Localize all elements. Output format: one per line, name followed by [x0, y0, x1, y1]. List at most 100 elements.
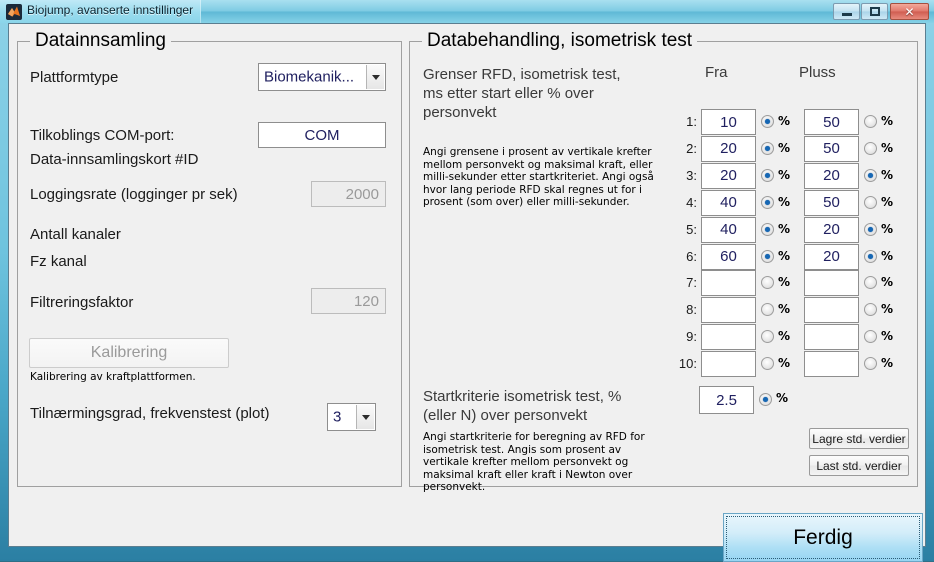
- minimize-icon: [834, 4, 859, 19]
- rfd-from-percent-radio[interactable]: [761, 141, 774, 155]
- rfd-row-number: 1:: [686, 114, 697, 129]
- platform-type-dropdown[interactable]: Biomekanik...: [258, 63, 386, 91]
- done-button-label: Ferdig: [793, 525, 853, 549]
- rfd-from-unit-label: %: [778, 167, 791, 182]
- rfd-from-input[interactable]: 20: [701, 162, 756, 189]
- label-channel-count: Antall kanaler: [30, 226, 121, 243]
- start-criterion-percent-radio[interactable]: [759, 393, 772, 406]
- rfd-from-percent-radio[interactable]: [761, 222, 774, 236]
- group-databehandling-title: Databehandling, isometrisk test: [422, 30, 698, 52]
- rfd-row-number: 2:: [686, 140, 697, 156]
- rfd-from-input[interactable]: 10: [701, 109, 756, 135]
- start-criterion-unit-label: %: [776, 391, 789, 405]
- rfd-from-unit-label: %: [778, 302, 791, 317]
- rfd-plus-unit-label: %: [881, 302, 894, 317]
- rfd-from-unit-label: %: [778, 221, 791, 236]
- maximize-icon: [862, 4, 887, 19]
- rfd-from-input[interactable]: 40: [701, 189, 756, 216]
- rfd-from-unit-label: %: [778, 329, 791, 344]
- label-filter-factor: Filtreringsfaktor: [30, 294, 134, 311]
- label-fz-channel: Fz kanal: [30, 253, 87, 270]
- application-window: Biojump, avanserte innstillinger ✕ Datai…: [0, 0, 934, 562]
- rfd-row-number: 3:: [686, 167, 697, 183]
- rfd-plus-input[interactable]: [804, 297, 859, 324]
- rfd-plus-unit-label: %: [881, 140, 894, 155]
- platform-type-value: Biomekanik...: [264, 68, 355, 86]
- logging-rate-input[interactable]: 2000: [311, 181, 386, 207]
- start-criterion-input[interactable]: 2.5: [699, 386, 754, 414]
- rfd-plus-percent-radio[interactable]: [864, 249, 877, 263]
- rfd-from-percent-radio[interactable]: [761, 195, 774, 209]
- rfd-row-number: 6:: [686, 248, 697, 264]
- rfd-plus-input[interactable]: [804, 351, 859, 378]
- label-card-id: Data-innsamlingskort #ID: [30, 151, 199, 168]
- close-button[interactable]: ✕: [890, 3, 929, 20]
- rfd-row-number: 8:: [686, 302, 697, 318]
- rfd-plus-unit-label: %: [881, 167, 894, 182]
- rfd-from-input[interactable]: [701, 351, 756, 378]
- rfd-plus-percent-radio[interactable]: [864, 168, 877, 182]
- group-datainnsamling-title: Datainnsamling: [30, 30, 171, 52]
- rfd-plus-input[interactable]: 20: [804, 216, 859, 243]
- rfd-help-text: Angi grensene i prosent av vertikale kre…: [423, 146, 654, 208]
- label-approximation-degree: Tilnærmingsgrad, frekvenstest (plot): [30, 405, 270, 422]
- rfd-from-percent-radio[interactable]: [761, 168, 774, 182]
- rfd-from-unit-label: %: [778, 248, 791, 263]
- rfd-plus-percent-radio[interactable]: [864, 115, 877, 128]
- rfd-row-number: 4:: [686, 194, 697, 210]
- rfd-row-number: 9:: [686, 329, 697, 345]
- rfd-from-input[interactable]: [701, 324, 756, 351]
- rfd-plus-unit-label: %: [881, 248, 894, 263]
- rfd-from-percent-radio[interactable]: [761, 115, 774, 128]
- rfd-plus-unit-label: %: [881, 275, 894, 290]
- calibrate-button[interactable]: Kalibrering: [29, 338, 229, 368]
- label-logging-rate: Loggingsrate (logginger pr sek): [30, 186, 238, 203]
- rfd-plus-input[interactable]: 20: [804, 162, 859, 189]
- rfd-plus-unit-label: %: [881, 329, 894, 344]
- rfd-plus-percent-radio[interactable]: [864, 222, 877, 236]
- rfd-from-percent-radio[interactable]: [761, 357, 774, 371]
- rfd-plus-unit-label: %: [881, 356, 894, 371]
- minimize-button[interactable]: [833, 3, 860, 20]
- save-defaults-button[interactable]: Lagre std. verdier: [809, 428, 909, 449]
- rfd-from-input[interactable]: 40: [701, 216, 756, 243]
- rfd-plus-input[interactable]: 50: [804, 109, 859, 135]
- calibrate-help-text: Kalibrering av kraftplattformen.: [30, 371, 196, 383]
- chevron-down-icon[interactable]: [366, 65, 384, 89]
- rfd-plus-unit-label: %: [881, 194, 894, 209]
- rfd-plus-percent-radio[interactable]: [864, 357, 877, 371]
- label-com-port: Tilkoblings COM-port:: [30, 127, 175, 144]
- rfd-row-number: 7:: [686, 275, 697, 291]
- done-button[interactable]: Ferdig: [723, 513, 923, 562]
- com-port-input[interactable]: COM: [258, 122, 386, 148]
- load-defaults-button[interactable]: Last std. verdier: [809, 455, 909, 476]
- window-title: Biojump, avanserte innstillinger: [27, 3, 194, 17]
- rfd-plus-input[interactable]: 20: [804, 243, 859, 270]
- rfd-row-number: 10:: [678, 356, 697, 372]
- rfd-from-input[interactable]: [701, 270, 756, 297]
- rfd-plus-input[interactable]: [804, 324, 859, 351]
- rfd-plus-input[interactable]: [804, 270, 859, 297]
- rfd-from-percent-radio[interactable]: [761, 249, 774, 263]
- rfd-plus-input[interactable]: 50: [804, 189, 859, 216]
- rfd-from-unit-label: %: [778, 275, 791, 290]
- rfd-plus-percent-radio[interactable]: [864, 141, 877, 155]
- rfd-plus-input[interactable]: 50: [804, 135, 859, 162]
- rfd-from-unit-label: %: [778, 194, 791, 209]
- rfd-from-input[interactable]: 20: [701, 135, 756, 162]
- start-criterion-help-text: Angi startkriterie for beregning av RFD …: [423, 431, 645, 493]
- rfd-heading: Grenser RFD, isometrisk test, ms etter s…: [423, 66, 621, 121]
- dialog-client-area: Datainnsamling Plattformtype Biomekanik.…: [8, 23, 926, 562]
- close-icon: ✕: [904, 4, 915, 19]
- maximize-button[interactable]: [861, 3, 888, 20]
- rfd-from-input[interactable]: 60: [701, 243, 756, 270]
- chevron-down-icon[interactable]: [356, 405, 374, 429]
- label-plattformtype: Plattformtype: [30, 69, 119, 86]
- rfd-plus-percent-radio[interactable]: [864, 195, 877, 209]
- approximation-degree-dropdown[interactable]: 3: [327, 403, 376, 431]
- filter-factor-input[interactable]: 120: [311, 288, 386, 314]
- rfd-plus-unit-label: %: [881, 114, 894, 128]
- column-header-pluss: Pluss: [799, 64, 836, 81]
- rfd-from-unit-label: %: [778, 140, 791, 155]
- rfd-from-input[interactable]: [701, 297, 756, 324]
